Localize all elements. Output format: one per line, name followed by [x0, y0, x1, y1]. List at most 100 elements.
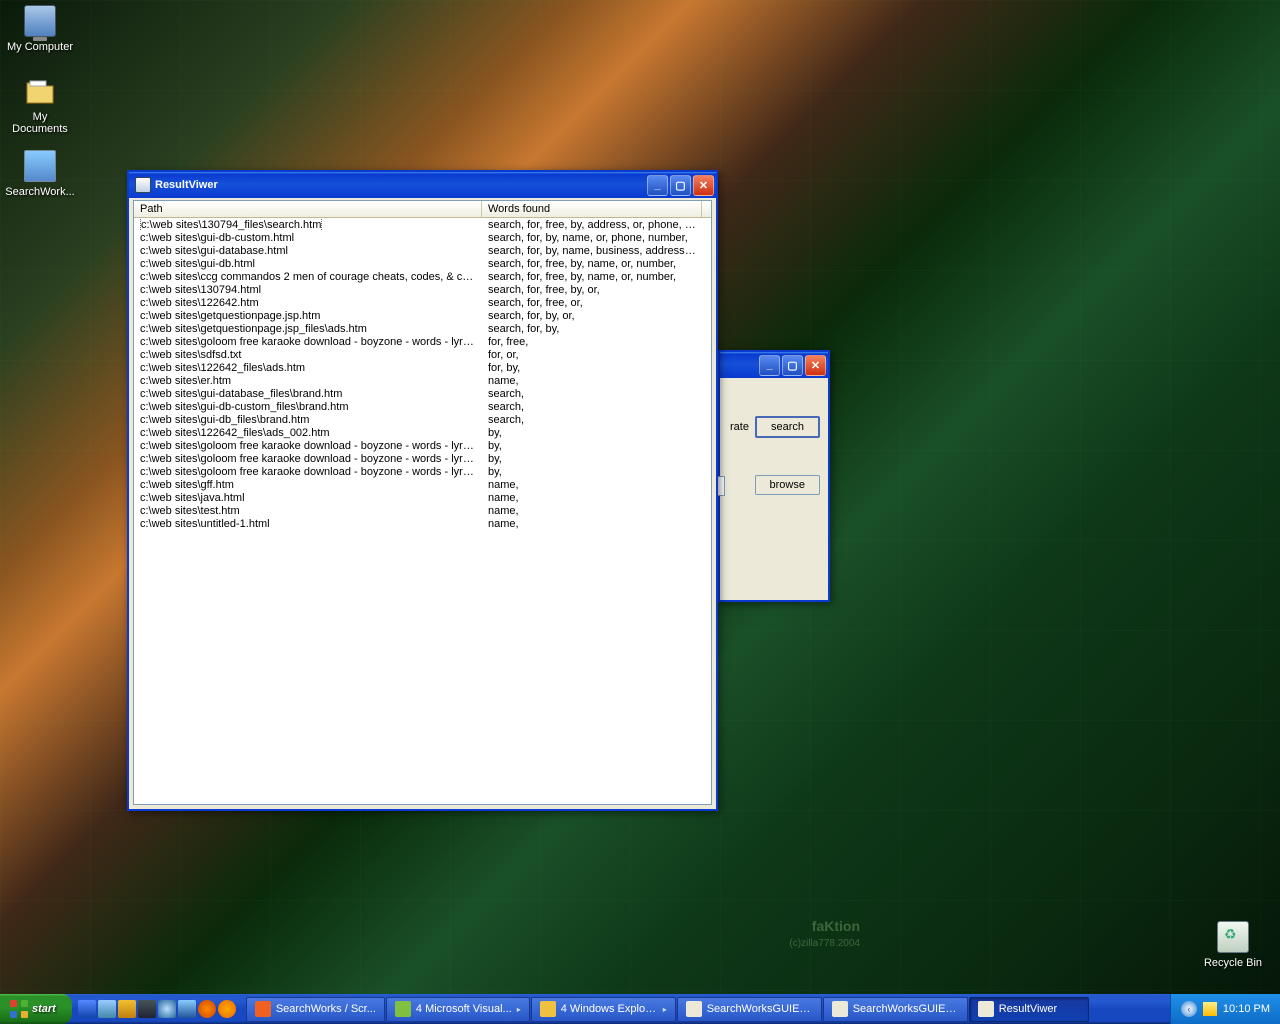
search-button[interactable]: search — [755, 416, 820, 438]
taskbar-item[interactable]: SearchWorks / Scr... — [246, 997, 385, 1022]
column-header-path[interactable]: Path — [134, 201, 482, 217]
titlebar[interactable]: ResultViwer _ ▢ ✕ — [129, 172, 716, 198]
table-row[interactable]: c:\web sites\gui-db_files\brand.htmsearc… — [134, 413, 711, 426]
wmp-icon[interactable] — [118, 1000, 136, 1018]
app-icon[interactable] — [138, 1000, 156, 1018]
table-row[interactable]: c:\web sites\goloom free karaoke downloa… — [134, 439, 711, 452]
cell-words: search, for, by, name, or, phone, number… — [482, 232, 702, 244]
app-icon[interactable] — [218, 1000, 236, 1018]
result-viewer-window[interactable]: ResultViwer _ ▢ ✕ Path Words found c:\we… — [127, 170, 718, 811]
table-row[interactable]: c:\web sites\goloom free karaoke downloa… — [134, 335, 711, 348]
cell-path: c:\web sites\130794_files\search.htm — [134, 219, 482, 231]
taskbar-item-label: 4 Microsoft Visual... — [416, 1003, 512, 1015]
cell-path: c:\web sites\122642_files\ads.htm — [134, 362, 482, 374]
recycle-icon — [1217, 921, 1249, 953]
table-row[interactable]: c:\web sites\130794.htmlsearch, for, fre… — [134, 283, 711, 296]
column-header-words[interactable]: Words found — [482, 201, 702, 217]
cell-path: c:\web sites\122642.htm — [134, 297, 482, 309]
cell-words: by, — [482, 453, 702, 465]
cell-words: name, — [482, 492, 702, 504]
table-row[interactable]: c:\web sites\gui-db-custom_files\brand.h… — [134, 400, 711, 413]
show-desktop-icon[interactable] — [98, 1000, 116, 1018]
my-documents-icon[interactable]: My Documents — [5, 75, 75, 135]
cell-path: c:\web sites\untitled-1.html — [134, 518, 482, 530]
system-tray[interactable]: ‹ 10:10 PM — [1170, 994, 1280, 1024]
table-row[interactable]: c:\web sites\getquestionpage.jsp_files\a… — [134, 322, 711, 335]
desktop-icon-label: Recycle Bin — [1198, 957, 1268, 969]
taskbar: start SearchWorks / Scr... 4 Microsoft Vi… — [0, 994, 1280, 1024]
table-row[interactable]: c:\web sites\goloom free karaoke downloa… — [134, 465, 711, 478]
chevron-right-icon: ▸ — [663, 1005, 667, 1014]
taskbar-item-icon — [832, 1001, 848, 1017]
firefox-icon[interactable] — [198, 1000, 216, 1018]
table-row[interactable]: c:\web sites\122642.htmsearch, for, free… — [134, 296, 711, 309]
cell-words: search, for, free, by, address, or, phon… — [482, 219, 702, 231]
recycle-bin-icon[interactable]: Recycle Bin — [1198, 921, 1268, 969]
cell-words: search, — [482, 401, 702, 413]
cell-path: c:\web sites\goloom free karaoke downloa… — [134, 453, 482, 465]
cell-path: c:\web sites\ccg commandos 2 men of cour… — [134, 271, 482, 283]
maximize-button[interactable]: ▢ — [670, 175, 691, 196]
listview-body[interactable]: c:\web sites\130794_files\search.htmsear… — [134, 218, 711, 804]
taskbar-item-label: SearchWorksGUIEx... — [707, 1003, 813, 1015]
table-row[interactable]: c:\web sites\130794_files\search.htmsear… — [134, 218, 711, 231]
taskbar-items: SearchWorks / Scr... 4 Microsoft Visual..… — [242, 994, 1170, 1024]
cell-path: c:\web sites\getquestionpage.jsp_files\a… — [134, 323, 482, 335]
titlebar[interactable]: _ ▢ ✕ — [720, 352, 828, 378]
cell-path: c:\web sites\goloom free karaoke downloa… — [134, 440, 482, 452]
my-computer-icon[interactable]: My Computer — [5, 5, 75, 53]
taskbar-item[interactable]: SearchWorksGUIEx... — [677, 997, 822, 1022]
taskbar-item-label: ResultViwer — [999, 1003, 1058, 1015]
close-button[interactable]: ✕ — [805, 355, 826, 376]
table-row[interactable]: c:\web sites\122642_files\ads_002.htmby, — [134, 426, 711, 439]
table-row[interactable]: c:\web sites\er.htmname, — [134, 374, 711, 387]
cell-path: c:\web sites\gui-database_files\brand.ht… — [134, 388, 482, 400]
start-button[interactable]: start — [0, 994, 72, 1024]
cell-path: c:\web sites\getquestionpage.jsp.htm — [134, 310, 482, 322]
taskbar-item[interactable]: SearchWorksGUIEx... — [823, 997, 968, 1022]
taskbar-item[interactable]: 4 Microsoft Visual...▸ — [386, 997, 530, 1022]
searchwork-file-icon[interactable]: SearchWork... — [5, 150, 75, 198]
cell-words: search, for, free, or, — [482, 297, 702, 309]
start-label: start — [32, 1003, 56, 1015]
tray-expand-icon[interactable]: ‹ — [1181, 1001, 1197, 1017]
table-row[interactable]: c:\web sites\test.htmname, — [134, 504, 711, 517]
cell-path: c:\web sites\sdfsd.txt — [134, 349, 482, 361]
cell-path: c:\web sites\gui-db.html — [134, 258, 482, 270]
maximize-button[interactable]: ▢ — [782, 355, 803, 376]
table-row[interactable]: c:\web sites\getquestionpage.jsp.htmsear… — [134, 309, 711, 322]
cell-words: search, for, by, name, business, address… — [482, 245, 702, 257]
table-row[interactable]: c:\web sites\gff.htmname, — [134, 478, 711, 491]
taskbar-item-label: SearchWorks / Scr... — [276, 1003, 376, 1015]
table-row[interactable]: c:\web sites\122642_files\ads.htmfor, by… — [134, 361, 711, 374]
clock[interactable]: 10:10 PM — [1223, 1003, 1270, 1015]
results-listview[interactable]: Path Words found c:\web sites\130794_fil… — [133, 200, 712, 805]
browse-button[interactable]: browse — [755, 475, 820, 495]
table-row[interactable]: c:\web sites\gui-db.htmlsearch, for, fre… — [134, 257, 711, 270]
windows-logo-icon — [10, 1000, 28, 1018]
messenger-icon[interactable] — [158, 1000, 176, 1018]
table-row[interactable]: c:\web sites\ccg commandos 2 men of cour… — [134, 270, 711, 283]
ie-icon[interactable] — [178, 1000, 196, 1018]
cell-path: c:\web sites\test.htm — [134, 505, 482, 517]
table-row[interactable]: c:\web sites\goloom free karaoke downloa… — [134, 452, 711, 465]
cell-words: name, — [482, 518, 702, 530]
table-row[interactable]: c:\web sites\gui-db-custom.htmlsearch, f… — [134, 231, 711, 244]
cell-path: c:\web sites\gui-database.html — [134, 245, 482, 257]
minimize-button[interactable]: _ — [759, 355, 780, 376]
minimize-button[interactable]: _ — [647, 175, 668, 196]
taskbar-item[interactable]: ResultViwer — [969, 997, 1089, 1022]
cell-words: for, by, — [482, 362, 702, 374]
table-row[interactable]: c:\web sites\java.htmlname, — [134, 491, 711, 504]
table-row[interactable]: c:\web sites\untitled-1.htmlname, — [134, 517, 711, 530]
ie-icon[interactable] — [78, 1000, 96, 1018]
tray-shield-icon[interactable] — [1203, 1002, 1217, 1016]
table-row[interactable]: c:\web sites\sdfsd.txtfor, or, — [134, 348, 711, 361]
close-button[interactable]: ✕ — [693, 175, 714, 196]
cell-path: c:\web sites\java.html — [134, 492, 482, 504]
taskbar-item[interactable]: 4 Windows Explorer▸ — [531, 997, 676, 1022]
cell-words: name, — [482, 479, 702, 491]
search-dialog-window[interactable]: _ ▢ ✕ rate search browse — [718, 350, 830, 602]
table-row[interactable]: c:\web sites\gui-database.htmlsearch, fo… — [134, 244, 711, 257]
table-row[interactable]: c:\web sites\gui-database_files\brand.ht… — [134, 387, 711, 400]
